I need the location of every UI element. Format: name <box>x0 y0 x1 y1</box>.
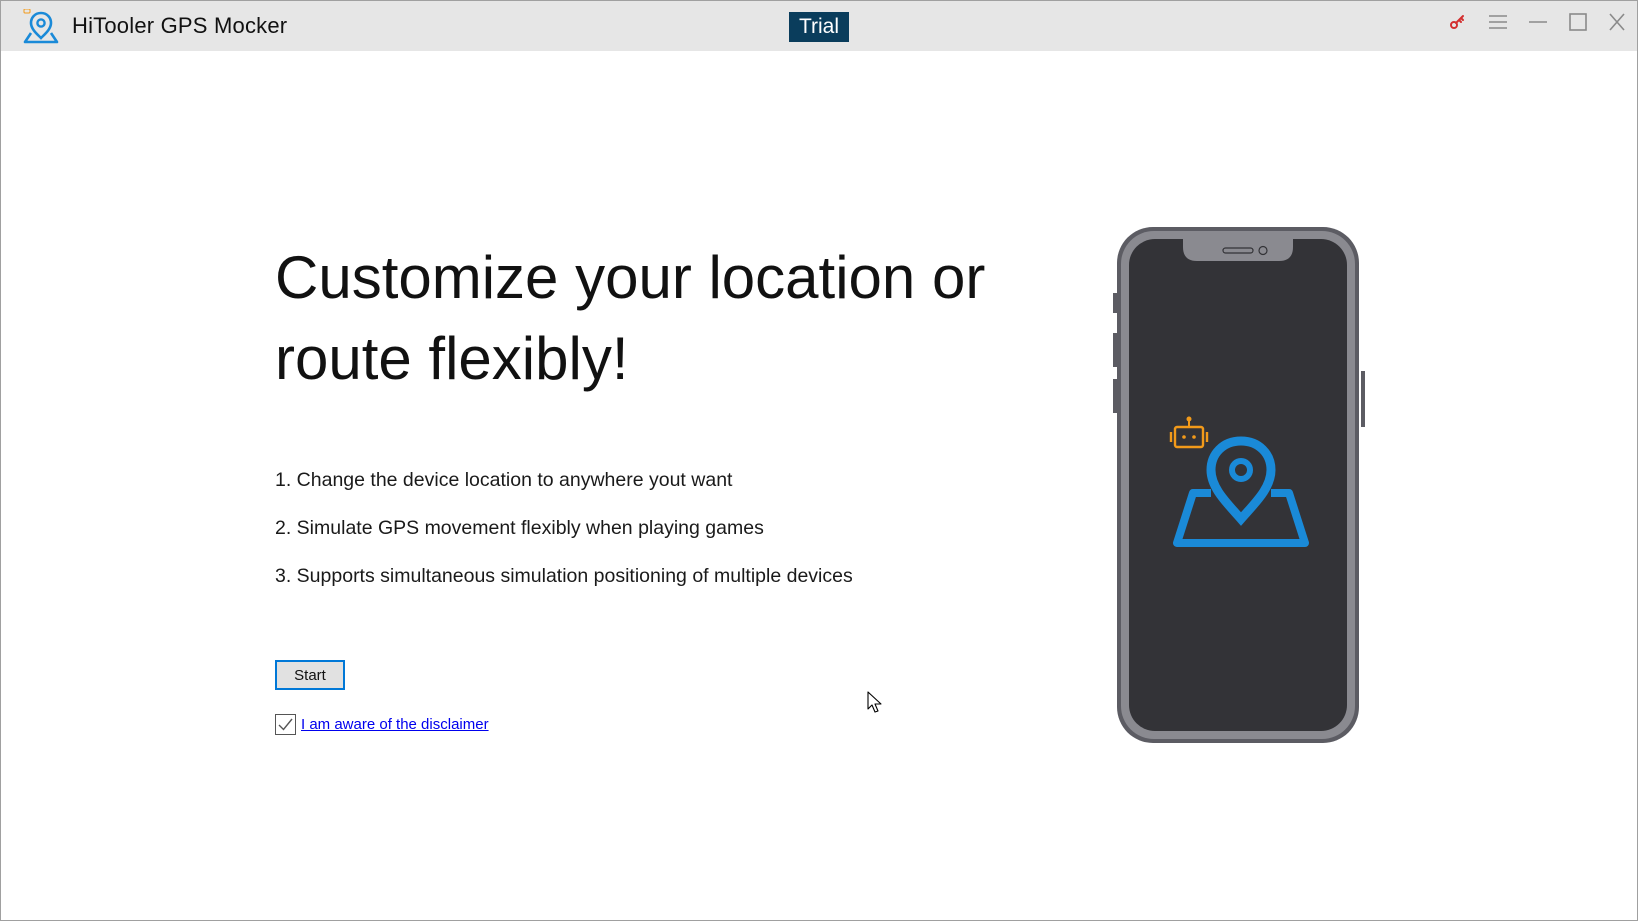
minimize-icon[interactable] <box>1521 5 1555 39</box>
mouse-cursor-icon <box>867 691 882 713</box>
disclaimer-checkbox[interactable] <box>275 714 296 735</box>
maximize-icon[interactable] <box>1561 5 1595 39</box>
key-icon[interactable] <box>1441 5 1475 39</box>
app-title: HiTooler GPS Mocker <box>72 13 288 38</box>
title-bar[interactable]: HiTooler GPS Mocker Trial <box>1 1 1637 51</box>
feature-item: 2. Simulate GPS movement flexibly when p… <box>275 517 764 539</box>
hero-title: Customize your location or route flexibl… <box>275 244 986 392</box>
app-window: HiTooler GPS Mocker Trial Customize your… <box>0 0 1638 921</box>
trial-badge[interactable]: Trial <box>789 12 849 42</box>
phone-illustration <box>1111 225 1371 745</box>
menu-icon[interactable] <box>1481 5 1515 39</box>
app-logo-icon <box>22 8 60 45</box>
start-button[interactable]: Start <box>275 660 345 690</box>
feature-item: 1. Change the device location to anywher… <box>275 469 733 491</box>
feature-item: 3. Supports simultaneous simulation posi… <box>275 565 853 587</box>
location-pin-icon <box>1173 436 1309 547</box>
disclaimer-link[interactable]: I am aware of the disclaimer <box>301 716 489 733</box>
close-icon[interactable] <box>1600 5 1634 39</box>
